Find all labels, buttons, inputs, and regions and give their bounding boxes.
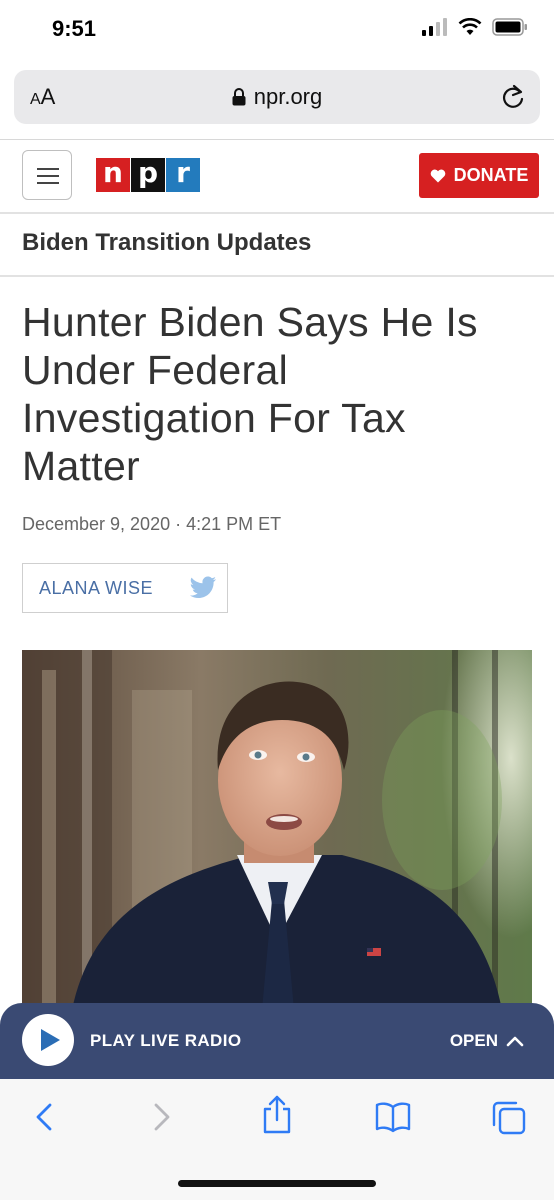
section-title[interactable]: Biden Transition Updates xyxy=(22,229,311,257)
url-display[interactable]: npr.org xyxy=(14,84,540,110)
share-icon[interactable] xyxy=(260,1095,294,1135)
heart-icon xyxy=(430,169,445,182)
browser-divider xyxy=(0,139,554,140)
section-divider xyxy=(0,275,554,277)
article-headline: Hunter Biden Says He Is Under Federal In… xyxy=(22,299,478,489)
status-time: 9:51 xyxy=(52,16,97,41)
forward-icon[interactable] xyxy=(148,1099,174,1135)
back-icon[interactable] xyxy=(32,1099,58,1135)
live-radio-bar[interactable]: PLAY LIVE RADIO OPEN xyxy=(0,1003,554,1079)
battery-icon xyxy=(492,18,527,36)
tabs-icon[interactable] xyxy=(490,1099,528,1137)
author-byline[interactable]: ALANA WISE xyxy=(22,563,228,613)
article-date: December 9, 2020 xyxy=(22,514,171,534)
article-dateline: December 9, 2020 · 4:21 PM ET xyxy=(22,514,281,535)
status-bar: 9:51 xyxy=(0,0,554,62)
wifi-icon xyxy=(458,18,482,35)
bookmarks-icon[interactable] xyxy=(374,1099,412,1135)
twitter-icon[interactable] xyxy=(189,576,217,600)
npr-logo[interactable]: n p r xyxy=(96,158,201,192)
logo-letter-p: p xyxy=(131,158,165,192)
chevron-up-icon xyxy=(506,1036,524,1047)
article-photo xyxy=(22,650,532,1010)
logo-letter-n: n xyxy=(96,158,130,192)
open-player-button[interactable]: OPEN xyxy=(450,1031,524,1051)
logo-letter-r: r xyxy=(166,158,200,192)
play-button[interactable] xyxy=(22,1014,74,1066)
dateline-separator: · xyxy=(175,514,187,534)
lock-icon xyxy=(232,88,246,106)
play-live-radio-label[interactable]: PLAY LIVE RADIO xyxy=(90,1031,241,1051)
photo-image xyxy=(22,650,532,1010)
hamburger-menu-button[interactable] xyxy=(22,150,72,200)
address-bar[interactable]: AA npr.org xyxy=(14,70,540,124)
donate-button[interactable]: DONATE xyxy=(419,153,539,198)
url-text: npr.org xyxy=(253,84,323,109)
signal-icon xyxy=(422,18,447,36)
article-time: 4:21 PM ET xyxy=(186,514,282,534)
reload-icon[interactable] xyxy=(500,83,526,111)
play-icon xyxy=(41,1029,60,1051)
header-divider xyxy=(0,212,554,214)
status-icons xyxy=(422,18,528,36)
author-name[interactable]: ALANA WISE xyxy=(39,578,153,599)
open-label: OPEN xyxy=(449,1031,498,1050)
home-indicator xyxy=(178,1180,376,1187)
donate-label: DONATE xyxy=(453,165,529,185)
